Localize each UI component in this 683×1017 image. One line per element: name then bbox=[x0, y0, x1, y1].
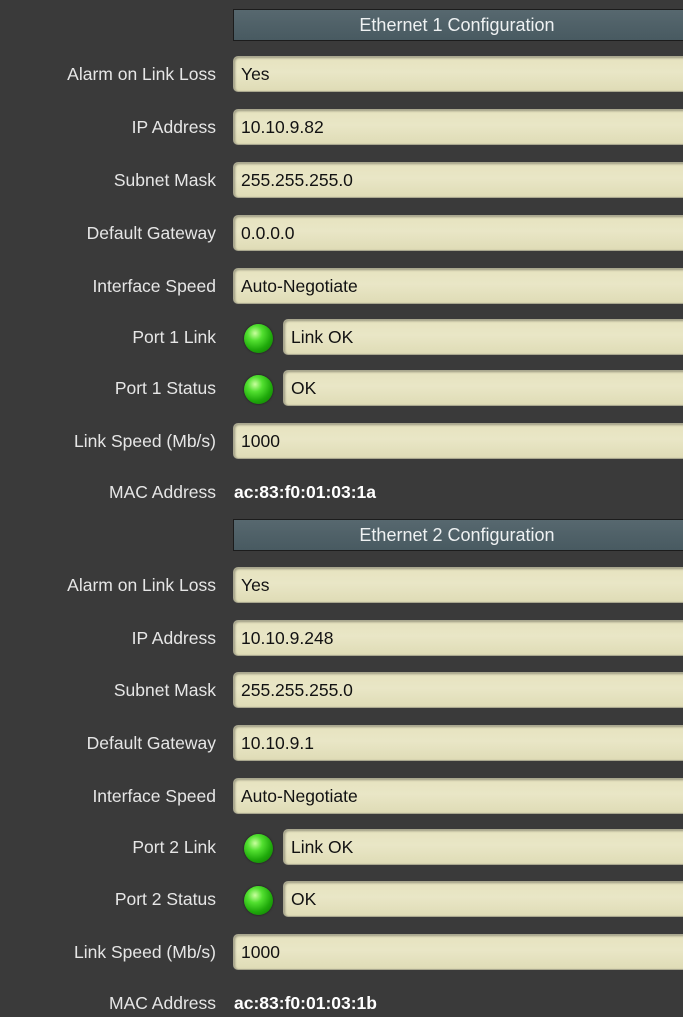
alarm-on-link-loss-label: Alarm on Link Loss bbox=[67, 575, 216, 595]
ethernet-2-port-status-row: Port 2 Status OK bbox=[0, 877, 683, 921]
ethernet-2-interface-speed-row: Interface Speed Auto-Negotiate bbox=[0, 774, 683, 818]
link-speed-value: 1000 bbox=[233, 934, 683, 970]
interface-speed-label: Interface Speed bbox=[92, 786, 216, 806]
link-speed-label: Link Speed (Mb/s) bbox=[73, 942, 216, 962]
ethernet-1-mac-row: MAC Address ac:83:f0:01:03:1a bbox=[0, 473, 683, 511]
status-led-icon bbox=[244, 375, 273, 404]
alarm-on-link-loss-label: Alarm on Link Loss bbox=[67, 64, 216, 84]
port-status-value: OK bbox=[283, 881, 683, 917]
subnet-mask-label: Subnet Mask bbox=[113, 680, 216, 700]
link-speed-label: Link Speed (Mb/s) bbox=[73, 431, 216, 451]
ethernet-2-link-speed-row: Link Speed (Mb/s) 1000 bbox=[0, 930, 683, 974]
port-status-label: Port 1 Status bbox=[114, 378, 216, 398]
alarm-on-link-loss-select[interactable]: Yes bbox=[233, 56, 683, 92]
ethernet-1-header: Ethernet 1 Configuration bbox=[233, 9, 683, 41]
ethernet-1-port-link-row: Port 1 Link Link OK bbox=[0, 315, 683, 359]
ethernet-2-ip-row: IP Address 10.10.9.248 bbox=[0, 616, 683, 660]
ethernet-2-subnet-row: Subnet Mask 255.255.255.0 bbox=[0, 668, 683, 712]
ethernet-2-header: Ethernet 2 Configuration bbox=[233, 519, 683, 551]
ethernet-1-port-status-row: Port 1 Status OK bbox=[0, 366, 683, 410]
ip-address-field[interactable]: 10.10.9.82 bbox=[233, 109, 683, 145]
interface-speed-label: Interface Speed bbox=[92, 276, 216, 296]
ip-address-label: IP Address bbox=[131, 628, 216, 648]
ethernet-2-alarm-row: Alarm on Link Loss Yes bbox=[0, 563, 683, 607]
default-gateway-field[interactable]: 10.10.9.1 bbox=[233, 725, 683, 761]
port-link-value: Link OK bbox=[283, 829, 683, 865]
subnet-mask-field[interactable]: 255.255.255.0 bbox=[233, 672, 683, 708]
interface-speed-select[interactable]: Auto-Negotiate bbox=[233, 778, 683, 814]
interface-speed-select[interactable]: Auto-Negotiate bbox=[233, 268, 683, 304]
alarm-on-link-loss-select[interactable]: Yes bbox=[233, 567, 683, 603]
status-led-icon bbox=[244, 324, 273, 353]
ethernet-1-link-speed-row: Link Speed (Mb/s) 1000 bbox=[0, 419, 683, 463]
ethernet-1-interface-speed-row: Interface Speed Auto-Negotiate bbox=[0, 264, 683, 308]
ethernet-2-port-link-row: Port 2 Link Link OK bbox=[0, 825, 683, 869]
mac-address-value: ac:83:f0:01:03:1b bbox=[234, 993, 377, 1013]
default-gateway-field[interactable]: 0.0.0.0 bbox=[233, 215, 683, 251]
status-led-icon bbox=[244, 886, 273, 915]
ethernet-1-gateway-row: Default Gateway 0.0.0.0 bbox=[0, 211, 683, 255]
mac-address-label: MAC Address bbox=[109, 993, 216, 1013]
subnet-mask-label: Subnet Mask bbox=[113, 170, 216, 190]
port-status-label: Port 2 Status bbox=[114, 889, 216, 909]
ip-address-field[interactable]: 10.10.9.248 bbox=[233, 620, 683, 656]
ethernet-1-alarm-row: Alarm on Link Loss Yes bbox=[0, 52, 683, 96]
ethernet-config-panel: Ethernet 1 Configuration Alarm on Link L… bbox=[0, 0, 683, 1017]
ip-address-label: IP Address bbox=[131, 117, 216, 137]
mac-address-value: ac:83:f0:01:03:1a bbox=[234, 482, 377, 502]
ethernet-1-ip-row: IP Address 10.10.9.82 bbox=[0, 105, 683, 149]
default-gateway-label: Default Gateway bbox=[86, 733, 216, 753]
mac-address-label: MAC Address bbox=[109, 482, 216, 502]
port-link-label: Port 2 Link bbox=[132, 837, 216, 857]
port-link-value: Link OK bbox=[283, 319, 683, 355]
ethernet-2-mac-row: MAC Address ac:83:f0:01:03:1b bbox=[0, 984, 683, 1017]
port-link-label: Port 1 Link bbox=[132, 327, 216, 347]
ethernet-1-subnet-row: Subnet Mask 255.255.255.0 bbox=[0, 158, 683, 202]
port-status-value: OK bbox=[283, 370, 683, 406]
link-speed-value: 1000 bbox=[233, 423, 683, 459]
ethernet-2-gateway-row: Default Gateway 10.10.9.1 bbox=[0, 721, 683, 765]
default-gateway-label: Default Gateway bbox=[86, 223, 216, 243]
subnet-mask-field[interactable]: 255.255.255.0 bbox=[233, 162, 683, 198]
status-led-icon bbox=[244, 834, 273, 863]
